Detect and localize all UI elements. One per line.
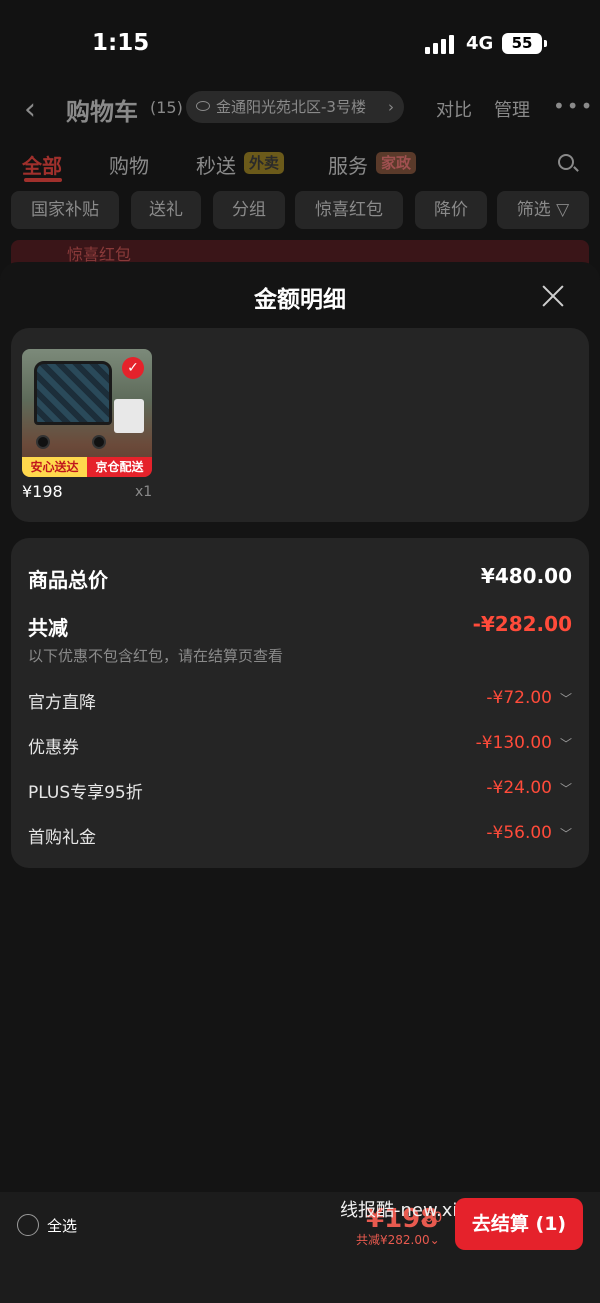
total-value: ¥480.00 xyxy=(480,564,572,588)
chip-national-subsidy[interactable]: 国家补贴 xyxy=(11,191,119,229)
cart-tabs: 全部 购物 秒送 外卖 服务 家政 xyxy=(0,146,600,186)
search-icon[interactable] xyxy=(558,154,574,170)
compare-button[interactable]: 对比 xyxy=(436,96,472,122)
discount-note: 以下优惠不包含红包，请在结算页查看 xyxy=(28,647,284,665)
chevron-down-icon: ﹀ xyxy=(559,737,572,751)
chip-gift[interactable]: 送礼 xyxy=(131,191,201,229)
chip-filter[interactable]: 筛选 ▽ xyxy=(497,191,589,229)
tab-underline xyxy=(24,178,62,182)
page-title: 购物车 xyxy=(66,98,138,126)
tab-badge-housekeeping: 家政 xyxy=(376,152,417,174)
tab-instant[interactable]: 秒送 xyxy=(196,150,236,179)
check-icon: ✓ xyxy=(122,357,144,379)
discount-value: -¥56.00 xyxy=(486,823,552,843)
product-image[interactable]: ✓ 安心送达 京仓配送 xyxy=(22,349,152,477)
discount-value: -¥72.00 xyxy=(486,688,552,708)
discount-label: 官方直降 xyxy=(28,693,96,713)
saved-amount[interactable]: 共减¥282.00⌄ xyxy=(356,1231,440,1248)
cart-page-background: ‹ 购物车 (15) 金通阳光苑北区-3号楼 › 对比 管理 ••• 全部 购物… xyxy=(0,86,600,266)
chip-price-drop[interactable]: 降价 xyxy=(415,191,487,229)
chevron-down-icon: ﹀ xyxy=(559,692,572,706)
tab-service[interactable]: 服务 xyxy=(328,150,368,179)
reduce-label: 共减 xyxy=(28,616,68,640)
discount-value: -¥24.00 xyxy=(486,778,552,798)
tab-badge-takeout: 外卖 xyxy=(244,152,285,174)
wheel-graphic xyxy=(92,435,106,449)
nav-bar: ‹ 购物车 (15) 金通阳光苑北区-3号楼 › 对比 管理 ••• xyxy=(0,86,600,130)
battery-icon: 55 xyxy=(502,33,547,54)
select-all-label[interactable]: 全选 xyxy=(47,1215,77,1236)
address-text: 金通阳光苑北区-3号楼 xyxy=(216,98,366,116)
chip-group[interactable]: 分组 xyxy=(213,191,285,229)
sheet-title: 金额明细 xyxy=(254,287,346,313)
basket-graphic xyxy=(114,399,144,433)
discount-label: 首购礼金 xyxy=(28,828,96,848)
manage-button[interactable]: 管理 xyxy=(494,96,530,122)
signal-icon xyxy=(425,34,454,54)
chevron-down-icon: ⌄ xyxy=(429,1233,440,1247)
badge-safe-delivery: 安心送达 xyxy=(22,457,87,477)
network-type: 4G xyxy=(466,33,494,54)
chevron-down-icon: ﹀ xyxy=(559,782,572,796)
price-detail-card: 商品总价 ¥480.00 共减 -¥282.00 以下优惠不包含红包，请在结算页… xyxy=(11,538,589,868)
total-label: 商品总价 xyxy=(28,568,108,592)
discount-label: 优惠券 xyxy=(28,738,79,758)
tab-shopping[interactable]: 购物 xyxy=(109,150,149,179)
status-time: 1:15 xyxy=(92,30,150,56)
more-icon[interactable]: ••• xyxy=(553,94,594,118)
product-badges: 安心送达 京仓配送 xyxy=(22,457,152,477)
chip-red-packet[interactable]: 惊喜红包 xyxy=(295,191,403,229)
reduce-value: -¥282.00 xyxy=(472,612,572,636)
status-bar: 1:15 4G 55 xyxy=(0,0,600,86)
address-selector[interactable]: 金通阳光苑北区-3号楼 › xyxy=(186,91,404,123)
discount-value: -¥130.00 xyxy=(475,733,552,753)
wheel-graphic xyxy=(36,435,50,449)
product-price: ¥198 xyxy=(22,482,63,501)
close-icon[interactable] xyxy=(541,284,565,308)
amount-detail-sheet: 金额明细 ✓ 安心送达 京仓配送 ¥198 x1 商品总价 ¥480.00 共减… xyxy=(0,262,600,1192)
saved-amount-text: 共减¥282.00 xyxy=(356,1233,430,1247)
back-icon[interactable]: ‹ xyxy=(24,92,36,127)
badge-jd-warehouse: 京仓配送 xyxy=(87,457,152,477)
checkout-bar: 全选 ¥198 .00 线报酷-new.xianbao.fun 共减¥282.0… xyxy=(0,1192,600,1303)
chevron-down-icon: ﹀ xyxy=(559,827,572,841)
stroller-graphic xyxy=(34,361,112,425)
chevron-right-icon: › xyxy=(388,98,394,116)
filter-chips: 国家补贴 送礼 分组 惊喜红包 降价 筛选 ▽ xyxy=(11,191,600,231)
eye-icon xyxy=(196,101,210,111)
cart-count: (15) xyxy=(150,98,183,117)
checkout-button[interactable]: 去结算 (1) xyxy=(455,1198,583,1250)
product-card: ✓ 安心送达 京仓配送 ¥198 x1 xyxy=(11,328,589,522)
tab-all[interactable]: 全部 xyxy=(22,150,62,179)
discount-label: PLUS专享95折 xyxy=(28,783,143,803)
select-all-radio-icon[interactable] xyxy=(17,1214,39,1236)
product-quantity: x1 xyxy=(135,484,153,500)
chip-filter-label: 筛选 xyxy=(516,200,551,220)
